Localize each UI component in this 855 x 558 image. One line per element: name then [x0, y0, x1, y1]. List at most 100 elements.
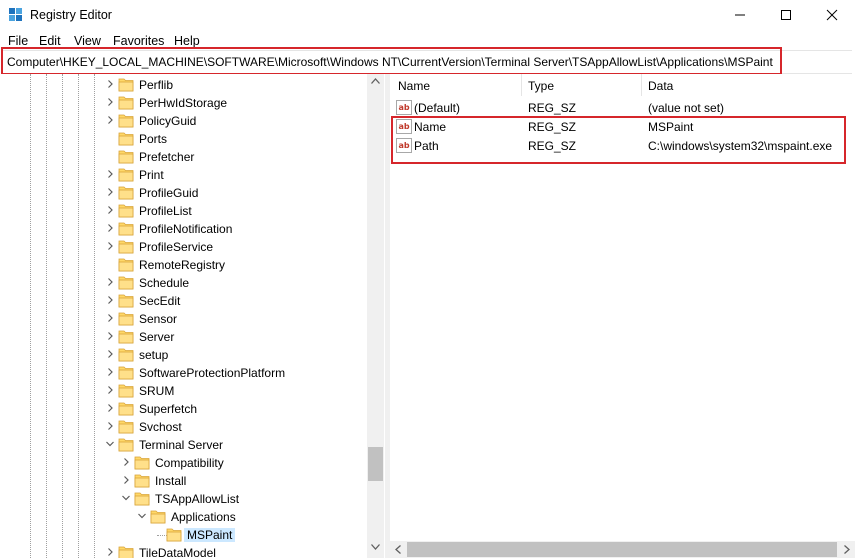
tree-item-profileservice[interactable]: ProfileService: [0, 238, 366, 256]
tree-item-tsappallowlist[interactable]: TSAppAllowList: [0, 490, 366, 508]
chevron-down-icon[interactable]: [137, 510, 147, 522]
menu-file[interactable]: File: [8, 34, 28, 48]
menu-favorites[interactable]: Favorites: [113, 34, 164, 48]
tree-vertical-scrollbar[interactable]: [367, 74, 384, 558]
tree-item-print[interactable]: Print: [0, 166, 366, 184]
chevron-right-icon[interactable]: [105, 384, 115, 396]
tree-item-label[interactable]: TSAppAllowList: [155, 492, 239, 506]
tree-item-tiledatamodel[interactable]: TileDataModel: [0, 544, 366, 558]
tree-item-perhwidstorage[interactable]: PerHwIdStorage: [0, 94, 366, 112]
chevron-right-icon[interactable]: [105, 276, 115, 288]
chevron-right-icon[interactable]: [105, 330, 115, 342]
tree-item-label[interactable]: Ports: [139, 132, 167, 146]
chevron-right-icon[interactable]: [105, 366, 115, 378]
minimize-button[interactable]: [717, 0, 763, 30]
maximize-button[interactable]: [763, 0, 809, 30]
tree-item-label[interactable]: Prefetcher: [139, 150, 194, 164]
chevron-right-icon[interactable]: [105, 168, 115, 180]
tree-item-profileguid[interactable]: ProfileGuid: [0, 184, 366, 202]
chevron-right-icon[interactable]: [105, 186, 115, 198]
tree-item-label[interactable]: Compatibility: [155, 456, 224, 470]
key-tree[interactable]: Perflib PerHwIdStorage PolicyGuid Ports Pref…: [0, 74, 385, 558]
menu-help[interactable]: Help: [174, 34, 200, 48]
tree-item-policyguid[interactable]: PolicyGuid: [0, 112, 366, 130]
chevron-right-icon[interactable]: [105, 96, 115, 108]
tree-item-superfetch[interactable]: Superfetch: [0, 400, 366, 418]
tree-item-label[interactable]: Sensor: [139, 312, 177, 326]
chevron-right-icon[interactable]: [105, 222, 115, 234]
tree-item-label[interactable]: Install: [155, 474, 186, 488]
tree-item-profilenotification[interactable]: ProfileNotification: [0, 220, 366, 238]
tree-item-sensor[interactable]: Sensor: [0, 310, 366, 328]
tree-item-secedit[interactable]: SecEdit: [0, 292, 366, 310]
chevron-right-icon[interactable]: [121, 456, 131, 468]
tree-item-compatibility[interactable]: Compatibility: [0, 454, 366, 472]
tree-item-schedule[interactable]: Schedule: [0, 274, 366, 292]
chevron-right-icon[interactable]: [105, 78, 115, 90]
chevron-right-icon[interactable]: [121, 474, 131, 486]
tree-item-profilelist[interactable]: ProfileList: [0, 202, 366, 220]
tree-item-install[interactable]: Install: [0, 472, 366, 490]
chevron-right-icon[interactable]: [105, 348, 115, 360]
tree-item-remoteregistry[interactable]: RemoteRegistry: [0, 256, 366, 274]
tree-item-label[interactable]: Terminal Server: [139, 438, 223, 452]
tree-item-label[interactable]: Superfetch: [139, 402, 197, 416]
tree-item-label[interactable]: RemoteRegistry: [139, 258, 225, 272]
tree-item-terminal-server[interactable]: Terminal Server: [0, 436, 366, 454]
column-header-data[interactable]: Data: [648, 79, 673, 93]
tree-item-label[interactable]: ProfileNotification: [139, 222, 232, 236]
scroll-left-icon[interactable]: [395, 545, 401, 554]
address-path[interactable]: Computer\HKEY_LOCAL_MACHINE\SOFTWARE\Mic…: [7, 55, 773, 69]
tree-item-setup[interactable]: setup: [0, 346, 366, 364]
tree-item-softwareprotectionplatform[interactable]: SoftwareProtectionPlatform: [0, 364, 366, 382]
scroll-right-icon[interactable]: [844, 545, 850, 554]
value-row-default[interactable]: ab (Default) REG_SZ (value not set): [390, 98, 850, 117]
value-row-path[interactable]: ab Path REG_SZ C:\windows\system32\mspai…: [390, 136, 850, 155]
scroll-up-icon[interactable]: [371, 78, 380, 84]
tree-item-label[interactable]: PolicyGuid: [139, 114, 196, 128]
tree-item-label[interactable]: Server: [139, 330, 174, 344]
chevron-right-icon[interactable]: [105, 312, 115, 324]
tree-item-label[interactable]: TileDataModel: [139, 546, 216, 558]
tree-item-label[interactable]: ProfileGuid: [139, 186, 198, 200]
chevron-right-icon[interactable]: [105, 204, 115, 216]
tree-item-label[interactable]: SecEdit: [139, 294, 180, 308]
address-bar[interactable]: Computer\HKEY_LOCAL_MACHINE\SOFTWARE\Mic…: [2, 50, 852, 74]
tree-item-label[interactable]: PerHwIdStorage: [139, 96, 227, 110]
column-separator[interactable]: [521, 74, 522, 96]
values-horizontal-scrollbar[interactable]: [390, 541, 855, 558]
tree-item-label[interactable]: Applications: [171, 510, 236, 524]
column-header-separator[interactable]: [641, 74, 642, 96]
values-pane[interactable]: Name Type Data ab (Default) REG_SZ (valu…: [390, 74, 855, 558]
chevron-right-icon[interactable]: [105, 546, 115, 558]
tree-item-label[interactable]: setup: [139, 348, 168, 362]
tree-item-label[interactable]: Schedule: [139, 276, 189, 290]
tree-item-applications[interactable]: Applications: [0, 508, 366, 526]
chevron-down-icon[interactable]: [121, 492, 131, 504]
tree-item-label[interactable]: SRUM: [139, 384, 174, 398]
chevron-right-icon[interactable]: [105, 402, 115, 414]
chevron-right-icon[interactable]: [105, 420, 115, 432]
values-scroll-thumb[interactable]: [407, 542, 837, 557]
tree-item-label[interactable]: ProfileList: [139, 204, 192, 218]
tree-item-server[interactable]: Server: [0, 328, 366, 346]
tree-item-perflib[interactable]: Perflib: [0, 76, 366, 94]
tree-item-label[interactable]: Svchost: [139, 420, 182, 434]
close-button[interactable]: [809, 0, 855, 30]
menu-edit[interactable]: Edit: [39, 34, 61, 48]
tree-scroll-thumb[interactable]: [368, 447, 383, 481]
tree-item-svchost[interactable]: Svchost: [0, 418, 366, 436]
scroll-down-icon[interactable]: [371, 544, 380, 550]
chevron-right-icon[interactable]: [105, 294, 115, 306]
tree-item-mspaint[interactable]: MSPaint: [0, 526, 366, 544]
column-header-type[interactable]: Type: [528, 79, 554, 93]
menu-view[interactable]: View: [74, 34, 101, 48]
tree-item-srum[interactable]: SRUM: [0, 382, 366, 400]
chevron-down-icon[interactable]: [105, 438, 115, 450]
chevron-right-icon[interactable]: [105, 114, 115, 126]
tree-item-ports[interactable]: Ports: [0, 130, 366, 148]
tree-item-label[interactable]: MSPaint: [184, 528, 236, 542]
chevron-right-icon[interactable]: [105, 240, 115, 252]
tree-item-label[interactable]: Print: [139, 168, 164, 182]
tree-item-prefetcher[interactable]: Prefetcher: [0, 148, 366, 166]
